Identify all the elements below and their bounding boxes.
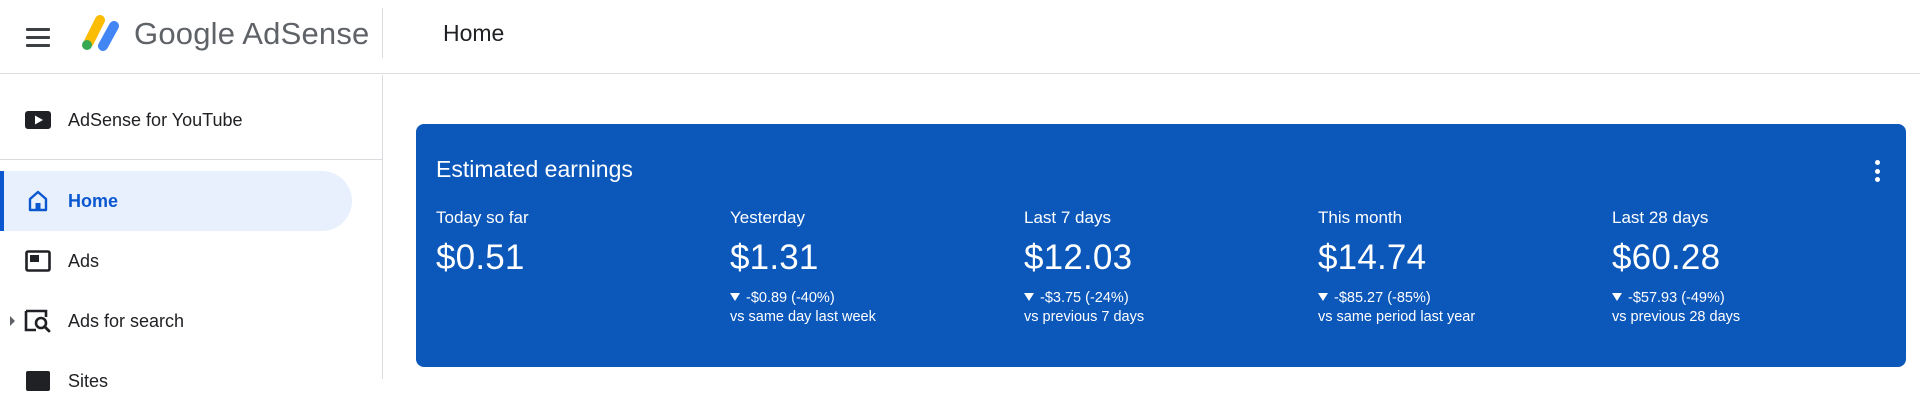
sidebar-item-label: Home bbox=[68, 190, 119, 211]
metric-compare: vs same period last year bbox=[1318, 309, 1476, 325]
card-title: Estimated earnings bbox=[436, 156, 633, 182]
metric-value: $14.74 bbox=[1318, 238, 1427, 277]
metric-label: Last 28 days bbox=[1612, 208, 1709, 227]
metric-change-text: -$57.93 (-49%) bbox=[1628, 290, 1725, 306]
metric-today-so-far: Today so far $0.51 bbox=[436, 208, 726, 278]
metric-last-7-days: Last 7 days $12.03 -$3.75 (-24%) vs prev… bbox=[1024, 208, 1314, 325]
ads-icon bbox=[24, 247, 52, 275]
adsense-logo-icon bbox=[82, 15, 119, 51]
metric-last-28-days: Last 28 days $60.28 -$57.93 (-49%) vs pr… bbox=[1612, 208, 1902, 325]
sidebar-divider bbox=[0, 159, 383, 160]
sidebar-item-label: Sites bbox=[68, 370, 109, 391]
sidebar-item-label: Ads for search bbox=[68, 310, 185, 331]
down-arrow-icon bbox=[1024, 293, 1034, 301]
metric-label: This month bbox=[1318, 208, 1403, 227]
metric-compare: vs same day last week bbox=[730, 309, 876, 325]
metric-compare: vs previous 7 days bbox=[1024, 309, 1145, 325]
page-title: Home bbox=[443, 20, 505, 46]
active-indicator bbox=[0, 171, 4, 231]
sidebar-item-sites[interactable]: Sites bbox=[0, 351, 352, 411]
main-menu-icon[interactable] bbox=[20, 20, 56, 54]
sidebar-item-home[interactable]: Home bbox=[0, 171, 352, 231]
more-options-icon[interactable] bbox=[1872, 160, 1882, 182]
metric-value: $12.03 bbox=[1024, 238, 1133, 277]
metric-change: -$0.89 (-40%) bbox=[730, 290, 1020, 306]
metric-value: $60.28 bbox=[1612, 238, 1721, 277]
sidebar-item-ads[interactable]: Ads bbox=[0, 231, 352, 291]
sidebar-item-label: AdSense for YouTube bbox=[68, 109, 243, 130]
brand-name: Google AdSense bbox=[134, 16, 370, 51]
sites-icon bbox=[24, 367, 52, 395]
home-icon bbox=[24, 187, 52, 215]
top-app-bar: Google AdSense Home bbox=[0, 0, 1920, 74]
metric-value: $0.51 bbox=[436, 238, 525, 277]
metric-change: -$57.93 (-49%) bbox=[1612, 290, 1902, 306]
metric-value: $1.31 bbox=[730, 238, 819, 277]
metric-label: Today so far bbox=[436, 208, 529, 227]
sidebar-item-adsense-for-youtube[interactable]: AdSense for YouTube bbox=[0, 90, 383, 150]
metric-change-text: -$0.89 (-40%) bbox=[746, 290, 835, 306]
header-divider bbox=[382, 8, 383, 58]
sidebar-nav: AdSense for YouTube Home Ads Ads for sea… bbox=[0, 75, 383, 391]
metric-change-text: -$3.75 (-24%) bbox=[1040, 290, 1129, 306]
metric-label: Yesterday bbox=[730, 208, 805, 227]
metric-change: -$3.75 (-24%) bbox=[1024, 290, 1314, 306]
metric-change-text: -$85.27 (-85%) bbox=[1334, 290, 1431, 306]
search-ads-icon bbox=[24, 307, 52, 335]
metric-this-month: This month $14.74 -$85.27 (-85%) vs same… bbox=[1318, 208, 1608, 325]
sidebar-item-label: Ads bbox=[68, 250, 100, 271]
down-arrow-icon bbox=[730, 293, 740, 301]
down-arrow-icon bbox=[1318, 293, 1328, 301]
metric-yesterday: Yesterday $1.31 -$0.89 (-40%) vs same da… bbox=[730, 208, 1020, 325]
sidebar-item-ads-for-search[interactable]: Ads for search bbox=[0, 291, 352, 351]
estimated-earnings-card: Estimated earnings Today so far $0.51 Ye… bbox=[416, 124, 1906, 367]
metric-label: Last 7 days bbox=[1024, 208, 1111, 227]
youtube-icon bbox=[24, 106, 52, 134]
down-arrow-icon bbox=[1612, 293, 1622, 301]
metric-compare: vs previous 28 days bbox=[1612, 309, 1741, 325]
expand-caret-icon[interactable] bbox=[10, 316, 15, 326]
metric-change: -$85.27 (-85%) bbox=[1318, 290, 1608, 306]
